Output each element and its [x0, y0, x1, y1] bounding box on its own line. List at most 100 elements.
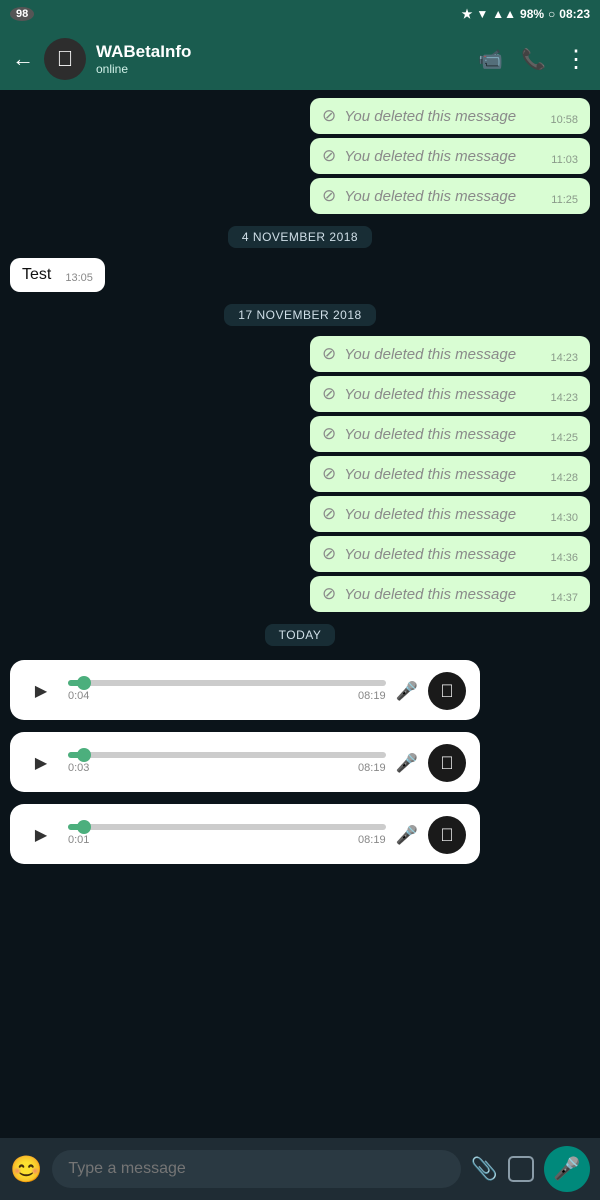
contact-avatar:  [44, 38, 86, 80]
audio-times-2: 0:03 08:19 [68, 762, 386, 774]
blocked-icon-nov-4: ⊘ [322, 464, 336, 484]
deleted-msg-1: ⊘ You deleted this message 10:58 [310, 98, 590, 134]
msg-time-nov-2: 14:23 [550, 392, 578, 404]
msg-time-nov-3: 14:25 [550, 432, 578, 444]
apple-logo-audio-1:  [440, 681, 454, 702]
deleted-text-nov-3: You deleted this message [344, 426, 536, 443]
apple-logo-audio-3:  [440, 825, 454, 846]
audio-timestamp-2: 08:19 [358, 762, 386, 774]
status-left: 98 [10, 7, 34, 21]
mic-icon-2: 🎤 [396, 753, 418, 774]
notification-count: 98 [10, 7, 34, 21]
apple-logo-icon:  [57, 46, 74, 72]
signal-icon: ▲▲ [492, 7, 516, 21]
mic-icon-1: 🎤 [396, 681, 418, 702]
mic-record-icon: 🎤 [553, 1156, 580, 1182]
deleted-text-nov-7: You deleted this message [344, 586, 536, 603]
msg-time-nov-4: 14:28 [550, 472, 578, 484]
date-label-1: 4 NOVEMBER 2018 [228, 226, 372, 248]
deleted-text-1: You deleted this message [344, 108, 536, 125]
deleted-nov-1: ⊘ You deleted this message 14:23 [310, 336, 590, 372]
blocked-icon-nov-6: ⊘ [322, 544, 336, 564]
deleted-text-3: You deleted this message [344, 188, 537, 205]
audio-times-1: 0:04 08:19 [68, 690, 386, 702]
contact-status: online [96, 62, 468, 76]
blocked-icon-1: ⊘ [322, 106, 336, 126]
bottom-bar: 😊 📎 🎤 [0, 1138, 600, 1200]
deleted-msg-3: ⊘ You deleted this message 11:25 [310, 178, 590, 214]
test-msg-text: Test [22, 266, 51, 284]
deleted-nov-4: ⊘ You deleted this message 14:28 [310, 456, 590, 492]
battery-level: 98% [520, 7, 544, 21]
play-button-3[interactable]: ▶ [24, 818, 58, 852]
waveform-bar-2 [68, 752, 386, 758]
audio-timestamp-1: 08:19 [358, 690, 386, 702]
date-separator-today: TODAY [10, 624, 590, 646]
blocked-icon-nov-1: ⊘ [322, 344, 336, 364]
deleted-text-nov-2: You deleted this message [344, 386, 536, 403]
clock: 08:23 [559, 7, 590, 21]
deleted-text-nov-4: You deleted this message [344, 466, 536, 483]
waveform-bar-1 [68, 680, 386, 686]
deleted-text-2: You deleted this message [344, 148, 537, 165]
wifi-icon: ▼ [476, 7, 488, 21]
audio-msg-1: ▶ 0:04 08:19 🎤  [10, 660, 480, 720]
emoji-button[interactable]: 😊 [10, 1154, 42, 1185]
blocked-icon-nov-5: ⊘ [322, 504, 336, 524]
audio-duration-3: 0:01 [68, 834, 89, 846]
deleted-nov-2: ⊘ You deleted this message 14:23 [310, 376, 590, 412]
blocked-icon-3: ⊘ [322, 186, 336, 206]
msg-time-2: 11:03 [551, 154, 578, 166]
apple-logo-audio-2:  [440, 753, 454, 774]
contact-name: WABetaInfo [96, 42, 468, 62]
audio-duration-1: 0:04 [68, 690, 89, 702]
waveform-1: 0:04 08:19 [68, 680, 386, 702]
msg-time-nov-5: 14:30 [550, 512, 578, 524]
battery-icon: ○ [548, 7, 555, 21]
date-separator-2: 17 NOVEMBER 2018 [10, 304, 590, 326]
waveform-3: 0:01 08:19 [68, 824, 386, 846]
blocked-icon-2: ⊘ [322, 146, 336, 166]
msg-time-nov-6: 14:36 [550, 552, 578, 564]
play-button-2[interactable]: ▶ [24, 746, 58, 780]
attach-button[interactable]: 📎 [471, 1156, 498, 1182]
audio-times-3: 0:01 08:19 [68, 834, 386, 846]
chat-area: ⊘ You deleted this message 10:58 ⊘ You d… [0, 90, 600, 1140]
date-label-today: TODAY [265, 624, 336, 646]
back-button[interactable]: ← [12, 46, 34, 72]
audio-msg-3: ▶ 0:01 08:19 🎤  [10, 804, 480, 864]
audio-duration-2: 0:03 [68, 762, 89, 774]
msg-time-3: 11:25 [551, 194, 578, 206]
status-right: ★ ▼ ▲▲ 98% ○ 08:23 [462, 7, 590, 21]
video-call-button[interactable]: 📹 [478, 47, 503, 72]
msg-time-nov-1: 14:23 [550, 352, 578, 364]
waveform-dot-3 [77, 820, 91, 834]
deleted-text-nov-5: You deleted this message [344, 506, 536, 523]
camera-button[interactable] [508, 1156, 534, 1182]
audio-avatar-2:  [428, 744, 466, 782]
deleted-nov-7: ⊘ You deleted this message 14:37 [310, 576, 590, 612]
blocked-icon-nov-2: ⊘ [322, 384, 336, 404]
mic-icon-3: 🎤 [396, 825, 418, 846]
bluetooth-icon: ★ [462, 7, 473, 21]
voice-call-button[interactable]: 📞 [521, 47, 546, 72]
received-msg-test: Test 13:05 [10, 258, 105, 292]
deleted-nov-6: ⊘ You deleted this message 14:36 [310, 536, 590, 572]
audio-msg-2: ▶ 0:03 08:19 🎤  [10, 732, 480, 792]
msg-time-1: 10:58 [550, 114, 578, 126]
blocked-icon-nov-3: ⊘ [322, 424, 336, 444]
waveform-dot-1 [77, 676, 91, 690]
status-bar: 98 ★ ▼ ▲▲ 98% ○ 08:23 [0, 0, 600, 28]
waveform-dot-2 [77, 748, 91, 762]
deleted-nov-5: ⊘ You deleted this message 14:30 [310, 496, 590, 532]
mic-record-button[interactable]: 🎤 [544, 1146, 590, 1192]
message-input[interactable] [52, 1150, 460, 1188]
menu-button[interactable]: ⋮ [564, 45, 588, 74]
header-actions: 📹 📞 ⋮ [478, 45, 588, 74]
chat-header: ←  WABetaInfo online 📹 📞 ⋮ [0, 28, 600, 90]
date-separator-1: 4 NOVEMBER 2018 [10, 226, 590, 248]
header-info: WABetaInfo online [96, 42, 468, 76]
deleted-text-nov-1: You deleted this message [344, 346, 536, 363]
waveform-bar-3 [68, 824, 386, 830]
play-button-1[interactable]: ▶ [24, 674, 58, 708]
